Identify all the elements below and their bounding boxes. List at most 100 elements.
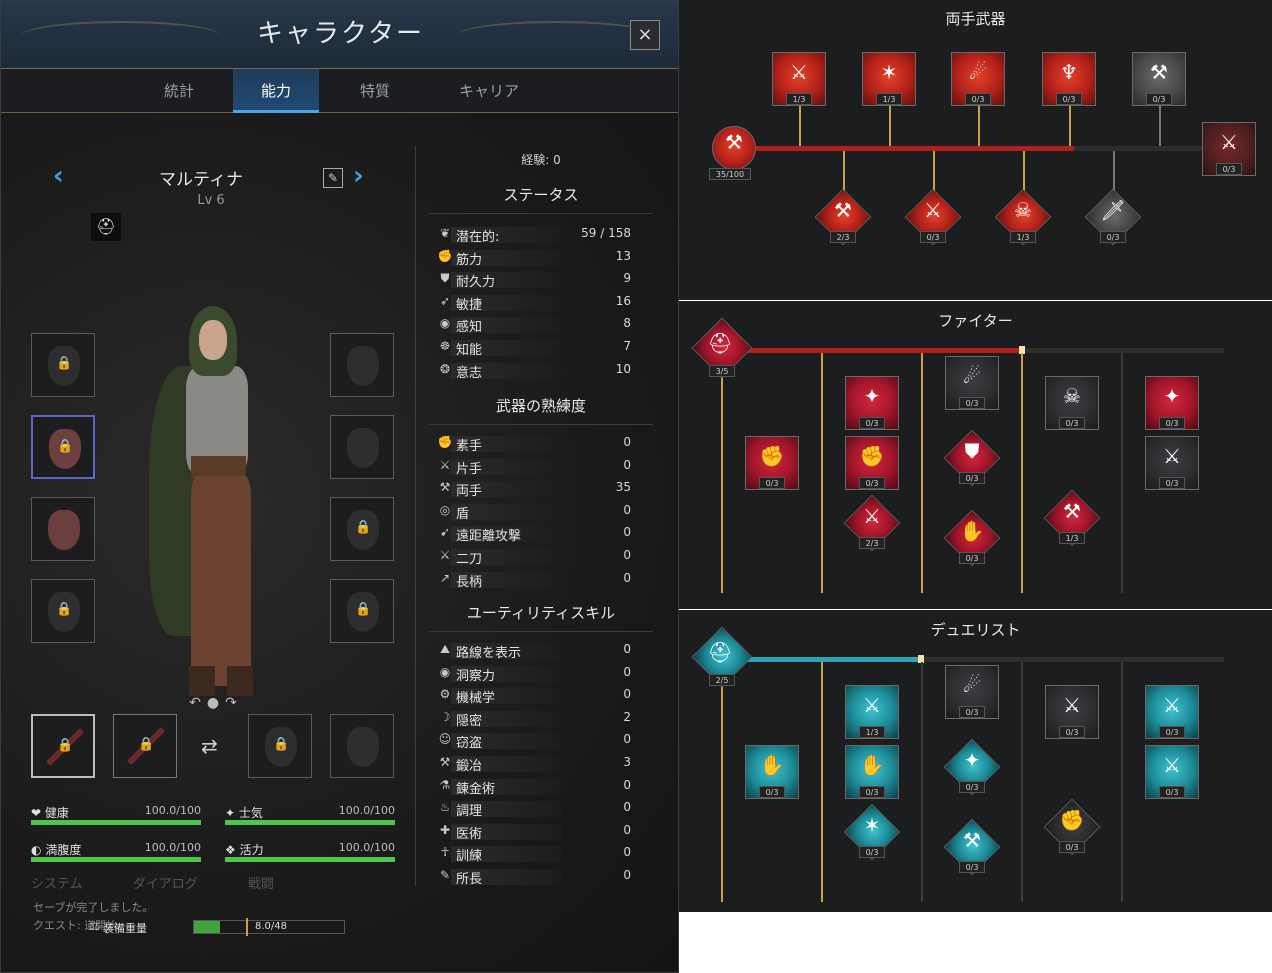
two-hand-skill[interactable]: ⚔ 1/3 [772,52,826,106]
career-skill[interactable]: ⚒ 1/3 [1043,489,1101,547]
close-button[interactable]: × [630,20,660,50]
two-hand-skill[interactable]: ⚒ 2/3 [814,188,872,246]
utility-skill-row: ⚙ 機械学 0 [431,686,631,706]
connector-line [843,151,845,191]
career-skill[interactable]: ✦ 0/3 [1145,376,1199,430]
swap-weapons-icon[interactable]: ⇄ [201,734,218,758]
equip-slot-ring[interactable] [330,415,394,479]
two-hand-skill[interactable]: 🗡 0/3 [1084,188,1142,246]
status-row: ◉ 感知 8 [431,315,631,335]
status-label: 敏捷 [456,297,483,313]
equip-slot-legs[interactable] [31,497,95,561]
ring-silhouette-icon [347,428,379,468]
career-skill[interactable]: ✶ 0/3 [843,803,901,861]
tab-career[interactable]: キャリア [441,69,537,113]
equip-slot-gloves[interactable]: 🔒 [330,497,394,561]
two-hand-root-skill[interactable]: ⚒ 35/100 [707,126,761,180]
equip-slot-boots[interactable]: 🔒 [31,579,95,643]
two-hand-skill[interactable]: ⚔ 0/3 [904,188,962,246]
tab-traits[interactable]: 特質 [337,69,413,113]
utility-skill-icon: ✎ [439,868,451,882]
prev-character-button[interactable]: ‹ [53,161,64,191]
weapon-skill-icon: ⚒ [439,480,451,495]
career-skill[interactable]: ⚔ 2/3 [843,494,901,552]
log-tab-combat[interactable]: 戦闘 [248,877,274,892]
career-skill[interactable]: ✦ 0/3 [845,376,899,430]
two-hand-skill[interactable]: ☄ 0/3 [951,52,1005,106]
weapon-slot-off-2[interactable] [330,714,394,778]
legs [191,476,251,686]
career-skill[interactable]: ✊ 0/3 [845,436,899,490]
health-value: 100.0/100 [144,804,201,817]
skill-rank: 0/3 [1059,417,1085,429]
career-root-skill[interactable]: ⛑ 3/5 [691,317,753,379]
class-helmet-icon: ⛑ [91,213,121,241]
career-skill[interactable]: ⚒ 0/3 [943,818,1001,876]
skill-rank: 0/3 [1100,231,1126,243]
career-skill[interactable]: ✦ 0/3 [943,738,1001,796]
skill-icon: ⚔ [1163,753,1181,777]
utility-skill-label: 洞察力 [456,668,496,684]
two-hand-skill[interactable]: ✶ 1/3 [862,52,916,106]
two-hand-skill[interactable]: ☠ 1/3 [994,188,1052,246]
rotate-model-control[interactable]: ↶●↷ [181,695,251,711]
career-skill[interactable]: ⚔ 0/3 [1045,685,1099,739]
tab-stats[interactable]: 統計 [141,69,217,113]
skill-icon: ✶ [880,60,898,84]
two-hand-end-skill[interactable]: ⚔ 0/3 [1202,122,1256,176]
edit-name-icon[interactable]: ✎ [323,168,343,188]
weapon-skill-row: ⚔ 二刀 0 [431,547,631,567]
status-row: ❦ 潜在的: 59 / 158 [431,225,631,245]
career-skill[interactable]: ⚔ 0/3 [1145,436,1199,490]
character-model[interactable] [141,306,286,701]
career-skill[interactable]: ☠ 0/3 [1045,376,1099,430]
weapon-skill-label: 長柄 [456,574,483,590]
connector-line [1113,151,1115,191]
status-row: ➶ 敏捷 16 [431,293,631,313]
utility-skill-value: 0 [623,664,631,679]
status-row: ❂ 意志 10 [431,361,631,381]
status-icon: ❦ [439,226,451,240]
skill-icon: ✋ [759,753,785,777]
progress-line-filled [749,146,1074,151]
vigor-fill [225,857,395,862]
status-label: 意志 [456,365,483,381]
career-skill[interactable]: ✊ 0/3 [1043,798,1101,856]
equip-slot-head[interactable]: 🔒 [31,333,95,397]
log-tab-dialog[interactable]: ダイアログ [133,877,198,892]
fighter-tree-title: ファイター [938,312,1013,330]
career-skill[interactable]: ✊ 0/3 [745,436,799,490]
equip-slot-amulet[interactable] [330,333,394,397]
morale-label-text: 士気 [238,806,263,820]
equip-slot-chest[interactable]: 🔒 [31,415,95,479]
tab-abilities[interactable]: 能力 [233,69,319,113]
next-character-button[interactable]: › [353,161,364,191]
skill-rank: 0/3 [1059,726,1085,738]
utility-skills-title: ユーティリティスキル [429,602,653,632]
weapon-slot-main-1[interactable]: 🔒 [31,714,95,778]
weapon-slot-off-1[interactable]: 🔒 [113,714,177,778]
connector-line [1023,151,1025,191]
two-hand-skill[interactable]: ⚒ 0/3 [1132,52,1186,106]
weight-value: 8.0/48 [255,921,287,932]
career-skill[interactable]: ✋ 0/3 [845,745,899,799]
morale-value: 100.0/100 [338,804,395,817]
career-skill[interactable]: ✋ 0/3 [943,509,1001,567]
two-hand-skill[interactable]: ♆ 0/3 [1042,52,1096,106]
lock-icon: 🔒 [56,356,73,371]
career-skill[interactable]: ⚔ 0/3 [1145,685,1199,739]
career-skill[interactable]: ✋ 0/3 [745,745,799,799]
skill-icon: ⚒ [1150,60,1168,84]
log-tab-system[interactable]: システム [31,877,83,892]
window-title: キャラクター [257,19,424,49]
career-root-skill[interactable]: ⛑ 2/5 [691,626,753,688]
progress-line-empty [921,657,1224,662]
career-skill[interactable]: ⚔ 0/3 [1145,745,1199,799]
skill-rank: 0/3 [759,477,785,489]
equip-slot-back[interactable]: 🔒 [330,579,394,643]
career-skill[interactable]: ⚔ 1/3 [845,685,899,739]
career-skill[interactable]: ⛊ 0/3 [943,429,1001,487]
career-skill[interactable]: ☄ 0/3 [945,665,999,719]
weapon-slot-main-2[interactable]: 🔒 [248,714,312,778]
career-skill[interactable]: ☄ 0/3 [945,356,999,410]
